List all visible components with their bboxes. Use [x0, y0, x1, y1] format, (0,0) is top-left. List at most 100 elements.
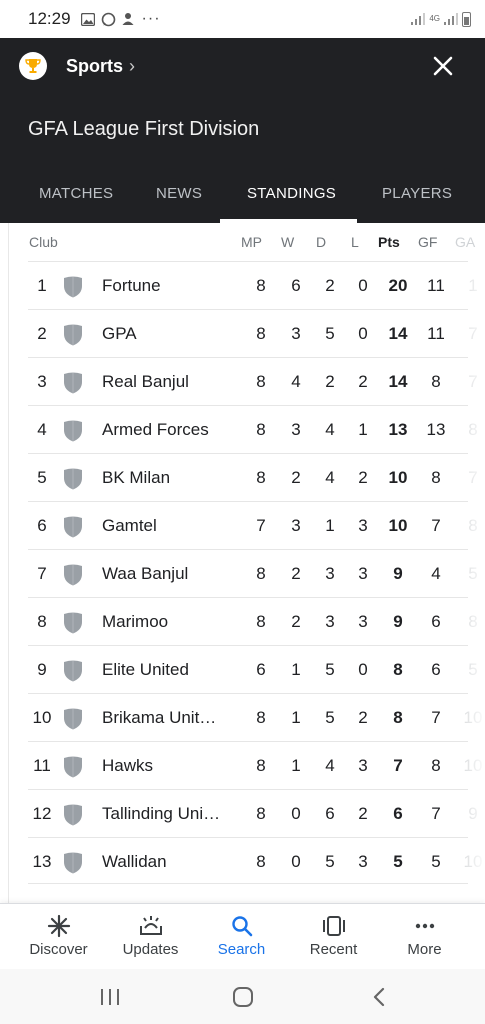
- cell-mp: 8: [256, 708, 266, 727]
- nav-more[interactable]: More: [376, 904, 473, 970]
- row-position: 9: [37, 660, 47, 679]
- club-name[interactable]: Hawks: [102, 756, 232, 776]
- table-row[interactable]: 2GPA835014117: [28, 309, 485, 358]
- club-name[interactable]: Marimoo: [102, 612, 232, 632]
- club-name[interactable]: Brikama Unit…: [102, 708, 232, 728]
- table-row[interactable]: 13Wallidan80535510: [28, 837, 485, 886]
- table-row[interactable]: 10Brikama Unit…81528710: [28, 693, 485, 742]
- tab-players[interactable]: PLAYERS: [382, 185, 452, 202]
- table-row[interactable]: 9Elite United6150865: [28, 645, 485, 694]
- club-name[interactable]: GPA: [102, 324, 232, 344]
- table-row[interactable]: 8Marimoo8233968: [28, 597, 485, 646]
- tab-matches[interactable]: MATCHES: [39, 185, 113, 202]
- nav-updates[interactable]: Updates: [102, 904, 199, 970]
- tab-standings[interactable]: STANDINGS: [247, 185, 336, 202]
- cell-pts: 9: [393, 564, 403, 583]
- table-row[interactable]: 5BK Milan82421087: [28, 453, 485, 502]
- club-name[interactable]: BK Milan: [102, 468, 232, 488]
- row-position: 2: [37, 324, 47, 343]
- cell-w: 2: [291, 564, 301, 583]
- table-row[interactable]: 7Waa Banjul8233945: [28, 549, 485, 598]
- cell-d: 2: [325, 276, 335, 295]
- club-name[interactable]: Gamtel: [102, 516, 232, 536]
- header-pts: Pts: [378, 234, 400, 250]
- cell-w: 0: [291, 804, 301, 823]
- table-row[interactable]: 12Tallinding Uni…8062679: [28, 789, 485, 838]
- table-row[interactable]: 1Fortune862020111: [28, 261, 485, 310]
- cell-pts: 14: [388, 372, 408, 391]
- trophy-icon: [19, 52, 47, 80]
- nav-recent[interactable]: Recent: [285, 904, 382, 970]
- cell-d: 5: [325, 660, 335, 679]
- cell-mp: 8: [256, 612, 266, 631]
- back-icon[interactable]: [365, 985, 395, 1009]
- table-row[interactable]: 3Real Banjul84221487: [28, 357, 485, 406]
- notification-icons: ···: [80, 10, 161, 28]
- cell-w: 6: [291, 276, 301, 295]
- cell-d: 4: [325, 756, 335, 775]
- row-position: 7: [37, 564, 47, 583]
- club-name[interactable]: Elite United: [102, 660, 232, 680]
- cell-pts: 8: [393, 660, 403, 679]
- cell-d: 6: [325, 804, 335, 823]
- team-shield-icon: [64, 804, 82, 826]
- cell-w: 2: [291, 612, 301, 631]
- header-d: D: [316, 234, 327, 250]
- scroll-fade: [447, 502, 485, 550]
- close-icon[interactable]: [431, 54, 455, 78]
- cell-mp: 8: [256, 756, 266, 775]
- table-row[interactable]: 11Hawks81437810: [28, 741, 485, 790]
- table-row-partial: [28, 883, 468, 903]
- cell-d: 4: [325, 468, 335, 487]
- cell-d: 5: [325, 852, 335, 871]
- row-position: 5: [37, 468, 47, 487]
- cell-mp: 8: [256, 324, 266, 343]
- sports-breadcrumb[interactable]: Sports ›: [66, 56, 135, 77]
- recent-tabs-icon: [321, 913, 347, 939]
- scroll-fade: [447, 838, 485, 886]
- cell-d: 2: [325, 372, 335, 391]
- person-icon: [122, 13, 134, 25]
- cell-mp: 8: [256, 804, 266, 823]
- cell-l: 0: [358, 276, 368, 295]
- club-name[interactable]: Tallinding Uni…: [102, 804, 232, 824]
- cell-pts: 10: [388, 468, 408, 487]
- cell-pts: 20: [388, 276, 408, 295]
- cell-pts: 7: [393, 756, 403, 775]
- standings-table[interactable]: Club MP W D L Pts GF GA 1 Fortune 8 6 2 0 20 11…: [8, 223, 485, 903]
- nav-discover[interactable]: Discover: [10, 904, 107, 970]
- row-position: 6: [37, 516, 47, 535]
- club-name[interactable]: Real Banjul: [102, 372, 232, 392]
- club-name[interactable]: Wallidan: [102, 852, 232, 872]
- cell-w: 3: [291, 324, 301, 343]
- scroll-fade: [447, 454, 485, 502]
- cell-pts: 10: [388, 516, 408, 535]
- home-icon[interactable]: [228, 985, 258, 1009]
- cell-pts: 9: [393, 612, 403, 631]
- tab-news[interactable]: NEWS: [156, 185, 202, 202]
- cell-mp: 8: [256, 852, 266, 871]
- team-shield-icon: [64, 276, 82, 298]
- table-row[interactable]: 4Armed Forces834113138: [28, 405, 485, 454]
- cell-l: 2: [358, 708, 368, 727]
- team-shield-icon: [64, 516, 82, 538]
- status-bar: 12:29 ··· 4G: [0, 0, 485, 38]
- system-navigation-bar: [0, 969, 485, 1024]
- cell-d: 1: [325, 516, 335, 535]
- club-name[interactable]: Waa Banjul: [102, 564, 232, 584]
- scroll-fade: [447, 406, 485, 454]
- cell-w: 1: [291, 756, 301, 775]
- nav-discover-label: Discover: [29, 941, 88, 958]
- club-name[interactable]: Armed Forces: [102, 420, 232, 440]
- recent-apps-icon[interactable]: [95, 985, 125, 1009]
- club-name[interactable]: Fortune: [102, 276, 232, 296]
- nav-search[interactable]: Search: [193, 904, 290, 970]
- team-shield-icon: [64, 852, 82, 874]
- table-row[interactable]: 6Gamtel73131078: [28, 501, 485, 550]
- header-ga: GA: [455, 234, 476, 250]
- cell-w: 3: [291, 420, 301, 439]
- cell-mp: 7: [256, 516, 266, 535]
- more-notifications-icon: ···: [141, 10, 161, 27]
- signal-icon: [411, 13, 426, 25]
- updates-icon: [138, 913, 164, 939]
